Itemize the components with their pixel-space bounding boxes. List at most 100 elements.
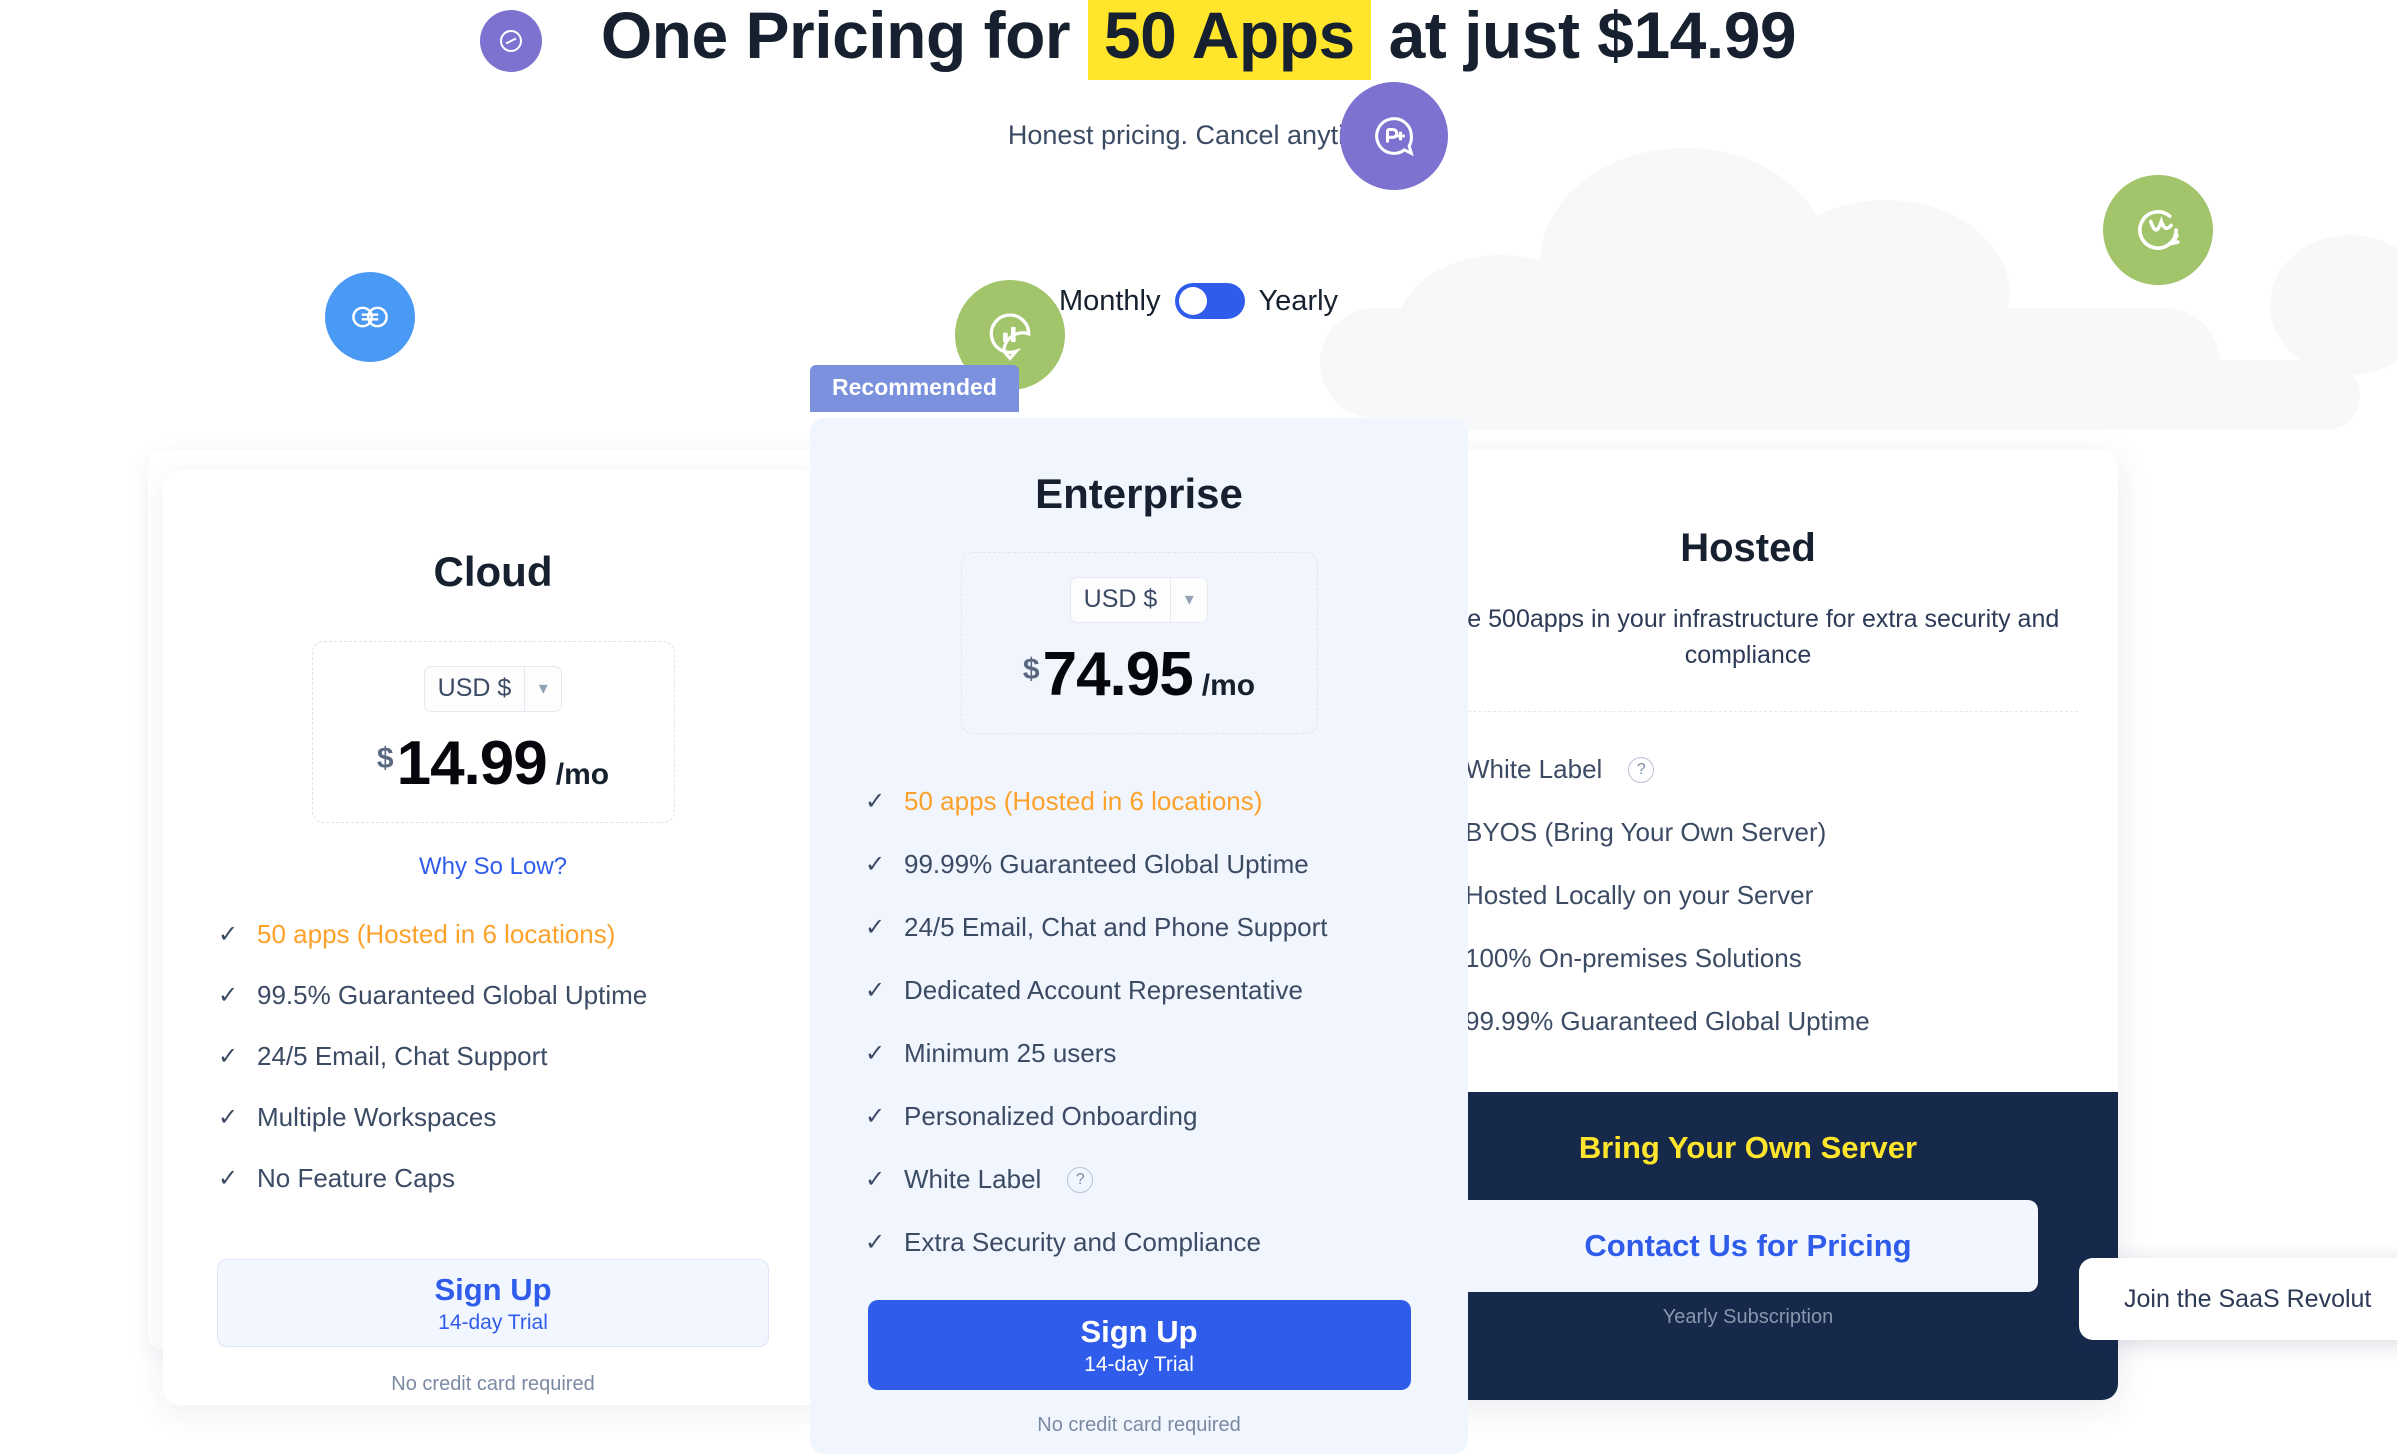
check-icon: ✓: [218, 1165, 239, 1192]
check-icon: ✓: [865, 1166, 886, 1193]
divider: [1418, 711, 2078, 712]
check-icon: ✓: [865, 1103, 886, 1130]
feature-label: Dedicated Account Representative: [904, 975, 1303, 1005]
price-amount-cloud: 14.99: [396, 728, 548, 798]
feature-label: White Label: [1465, 754, 1603, 784]
feature-label: 99.5% Guaranteed Global Uptime: [257, 980, 648, 1010]
price-box-enterprise: USD $ ▾ $ 74.95 /mo: [960, 552, 1318, 734]
feature-item: ✓ Extra Security and Compliance: [865, 1227, 1468, 1258]
check-icon: ✓: [865, 788, 886, 815]
feature-label: Hosted Locally on your Server: [1465, 880, 1814, 910]
currency-value-cloud: USD $: [425, 666, 526, 711]
help-icon[interactable]: ?: [1067, 1166, 1094, 1193]
cloud-cta-note: No credit card required: [391, 1373, 595, 1395]
plan-title-enterprise: Enterprise: [1035, 470, 1243, 517]
chat-widget[interactable]: Join the SaaS Revolut: [2079, 1258, 2397, 1340]
chevron-down-icon: ▾: [538, 678, 548, 698]
feature-item: ✓ Personalized Onboarding: [865, 1101, 1468, 1132]
feature-label: 24/5 Email, Chat Support: [257, 1041, 548, 1071]
signup-button-sublabel: 14-day Trial: [1084, 1352, 1194, 1376]
plan-title-cloud: Cloud: [433, 548, 553, 595]
price-row-enterprise: $ 74.95 /mo: [1023, 639, 1255, 710]
signup-button-cloud[interactable]: Sign Up 14-day Trial: [217, 1259, 769, 1347]
headline-before: One Pricing for: [600, 0, 1071, 72]
feature-item: ✓ 24/5 Email, Chat and Phone Support: [865, 912, 1468, 943]
check-icon: ✓: [218, 1104, 239, 1131]
feature-item: ✓ 99.99% Guaranteed Global Uptime: [865, 849, 1468, 880]
byos-panel: Bring Your Own Server Contact Us for Pri…: [1378, 1092, 2118, 1400]
cloud-shape: [1320, 308, 2220, 418]
feature-list-hosted: ✓ White Label ? ✓ BYOS (Bring Your Own S…: [1426, 754, 2118, 1037]
signup-button-label: Sign Up: [1080, 1313, 1198, 1349]
feature-item: ✓ 100% On-premises Solutions: [1426, 943, 2118, 974]
feature-item: ✓ White Label ?: [1426, 754, 2118, 785]
feature-item: ✓ 99.99% Guaranteed Global Uptime: [1426, 1006, 2118, 1037]
feature-label: Personalized Onboarding: [904, 1101, 1198, 1131]
feature-item: ✓ BYOS (Bring Your Own Server): [1426, 817, 2118, 848]
price-currency-symbol: $: [1022, 652, 1040, 686]
feature-label: 24/5 Email, Chat and Phone Support: [904, 912, 1328, 942]
price-amount-enterprise: 74.95: [1042, 639, 1194, 709]
why-so-low-link[interactable]: Why So Low?: [163, 853, 823, 881]
billing-toggle-group: Monthly Yearly: [0, 283, 2397, 319]
chevron-down-icon: ▾: [1184, 589, 1194, 609]
feature-item: ✓ Hosted Locally on your Server: [1426, 880, 2118, 911]
cloud-shape: [1540, 148, 1830, 378]
byos-note: Yearly Subscription: [1662, 1306, 1834, 1328]
feature-item: ✓ 50 apps (Hosted in 6 locations): [865, 786, 1468, 817]
page-subheadline: Honest pricing. Cancel anytime.: [1007, 120, 1390, 150]
price-box-cloud: USD $ ▾ $ 14.99 /mo: [311, 641, 675, 823]
cloud-shape: [1395, 255, 1605, 415]
chat-widget-text: Join the SaaS Revolut: [2124, 1284, 2372, 1313]
plan-description-hosted: Use 500apps in your infrastructure for e…: [1436, 605, 2060, 669]
feature-label: Minimum 25 users: [904, 1038, 1117, 1068]
price-period-cloud: /mo: [555, 757, 610, 791]
toggle-knob: [1178, 287, 1207, 315]
signup-button-enterprise[interactable]: Sign Up 14-day Trial: [867, 1300, 1411, 1390]
plan-card-enterprise: Enterprise USD $ ▾ $ 74.95 /mo ✓ 50 apps…: [810, 418, 1468, 1454]
plan-card-hosted: Hosted Use 500apps in your infrastructur…: [1378, 450, 2118, 1400]
signup-button-sublabel: 14-day Trial: [438, 1310, 548, 1334]
feature-label: BYOS (Bring Your Own Server): [1465, 817, 1827, 847]
green-circle-refresh-icon: [2103, 175, 2213, 285]
price-row-cloud: $ 14.99 /mo: [377, 728, 609, 799]
check-icon: ✓: [865, 851, 886, 878]
help-icon[interactable]: ?: [1628, 756, 1655, 783]
currency-select-cloud[interactable]: USD $ ▾: [423, 665, 563, 712]
feature-item: ✓ No Feature Caps: [218, 1163, 823, 1194]
headline-highlight: 50 Apps: [1087, 0, 1371, 80]
feature-label: Extra Security and Compliance: [904, 1227, 1261, 1257]
check-icon: ✓: [865, 1229, 886, 1256]
check-icon: ✓: [218, 982, 239, 1009]
check-icon: ✓: [865, 914, 886, 941]
cloud-shape: [1360, 360, 2360, 430]
contact-us-button[interactable]: Contact Us for Pricing: [1458, 1200, 2038, 1292]
currency-select-enterprise[interactable]: USD $ ▾: [1069, 576, 1209, 623]
check-icon: ✓: [865, 977, 886, 1004]
billing-monthly-label[interactable]: Monthly: [1059, 285, 1161, 318]
billing-toggle-switch[interactable]: [1174, 283, 1245, 319]
feature-label: White Label: [904, 1164, 1042, 1194]
check-icon: ✓: [865, 1040, 886, 1067]
billing-yearly-label[interactable]: Yearly: [1259, 285, 1339, 318]
feature-label: 99.99% Guaranteed Global Uptime: [904, 849, 1309, 879]
feature-list-enterprise: ✓ 50 apps (Hosted in 6 locations) ✓ 99.9…: [865, 786, 1468, 1258]
feature-label: 100% On-premises Solutions: [1465, 943, 1802, 973]
pricing-page: One Pricing for 50 Apps at just $14.99 H…: [0, 0, 2397, 1454]
recommended-badge: Recommended: [810, 365, 1019, 412]
price-currency-symbol: $: [376, 741, 394, 775]
feature-list-cloud: ✓ 50 apps (Hosted in 6 locations) ✓ 99.5…: [218, 919, 823, 1194]
check-icon: ✓: [218, 921, 239, 948]
check-icon: ✓: [218, 1043, 239, 1070]
feature-item: ✓ 50 apps (Hosted in 6 locations): [218, 919, 823, 950]
feature-label: 50 apps (Hosted in 6 locations): [904, 786, 1263, 816]
headline-after: at just $14.99: [1388, 0, 1797, 72]
purple-circle-plus-icon: [1340, 82, 1448, 190]
enterprise-cta-note: No credit card required: [1037, 1414, 1241, 1436]
feature-label: No Feature Caps: [257, 1163, 455, 1193]
byos-title: Bring Your Own Server: [1578, 1130, 1918, 1165]
feature-label: Multiple Workspaces: [257, 1102, 497, 1132]
feature-item: ✓ Multiple Workspaces: [218, 1102, 823, 1133]
currency-value-enterprise: USD $: [1071, 577, 1172, 622]
price-period-enterprise: /mo: [1201, 668, 1256, 702]
